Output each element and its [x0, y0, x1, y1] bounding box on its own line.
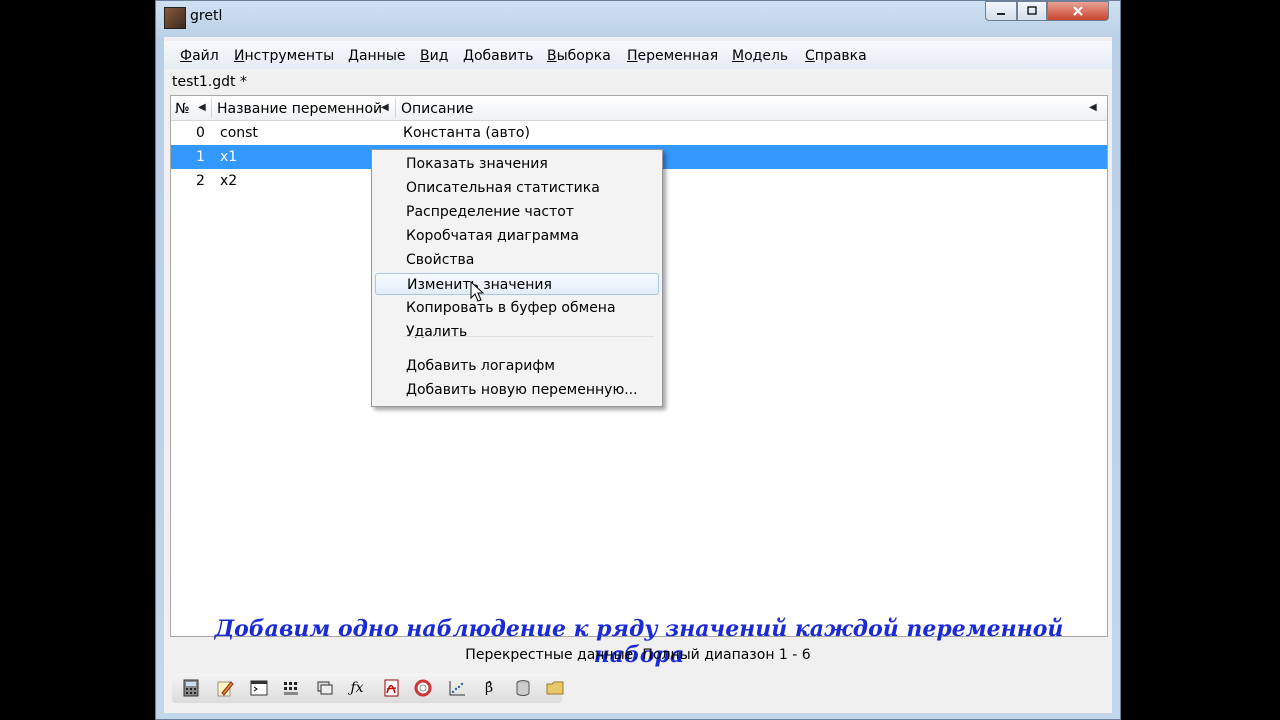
menu-item-copy-clipboard[interactable]: Копировать в буфер обмена — [375, 297, 659, 319]
help-icon[interactable] — [412, 678, 434, 698]
menu-help[interactable]: Справка — [805, 48, 867, 64]
titlebar[interactable]: gretl — [156, 1, 1120, 33]
context-menu: Показать значения Описательная статистик… — [371, 149, 663, 407]
menu-view[interactable]: Вид — [420, 48, 448, 64]
header-description[interactable]: Описание — [401, 101, 473, 117]
menu-item-label: Добавить логарифм — [406, 358, 555, 374]
maximize-icon — [1027, 6, 1037, 15]
menu-item-label: Коробчатая диаграмма — [406, 228, 579, 244]
menu-item-edit-values[interactable]: Изменить значения — [375, 273, 659, 295]
toolbar: ƒx β̂ — [172, 673, 564, 703]
menu-item-show-values[interactable]: Показать значения — [375, 153, 659, 175]
menu-variable[interactable]: Переменная — [627, 48, 718, 64]
dataset-filename: test1.gdt * — [172, 74, 247, 90]
row-name: x2 — [220, 173, 238, 189]
sort-arrow-icon[interactable]: ◀ — [198, 102, 206, 113]
menu-sample[interactable]: Выборка — [547, 48, 611, 64]
menu-item-add-log[interactable]: Добавить логарифм — [375, 355, 659, 377]
maximize-button[interactable] — [1017, 1, 1047, 21]
menu-item-label: Свойства — [406, 252, 475, 268]
menu-item-delete[interactable]: Удалить — [375, 321, 659, 343]
status-bar: Перекрестные данные: Полный диапазон 1 -… — [465, 647, 811, 663]
close-button[interactable] — [1047, 1, 1109, 21]
menu-item-label: Копировать в буфер обмена — [406, 300, 616, 316]
calculator-icon[interactable] — [180, 678, 202, 698]
table-row[interactable]: 0 const Константа (авто) — [171, 121, 1107, 145]
menu-item-label: Показать значения — [406, 156, 548, 172]
row-description: Константа (авто) — [403, 125, 530, 141]
pdf-icon[interactable] — [380, 678, 402, 698]
close-icon — [1073, 6, 1083, 16]
row-id: 0 — [196, 125, 205, 141]
header-separator — [395, 98, 396, 118]
menu-model[interactable]: Модель — [732, 48, 788, 64]
menu-item-label: Распределение частот — [406, 204, 574, 220]
header-separator — [211, 98, 212, 118]
menu-item-boxplot[interactable]: Коробчатая диаграмма — [375, 225, 659, 247]
menu-item-add-new-variable[interactable]: Добавить новую переменную... — [375, 379, 659, 401]
row-name: const — [220, 125, 258, 141]
list-header: № ◀ Название переменной ◀ Описание ◀ — [171, 96, 1107, 121]
function-icon[interactable]: ƒx — [346, 678, 368, 698]
menu-item-summary-stats[interactable]: Описательная статистика — [375, 177, 659, 199]
window-title: gretl — [190, 8, 223, 24]
menu-item-frequency-distribution[interactable]: Распределение частот — [375, 201, 659, 223]
menu-item-properties[interactable]: Свойства — [375, 249, 659, 271]
menu-item-label: Добавить новую переменную... — [406, 382, 638, 398]
gretl-app-icon — [164, 7, 186, 29]
menubar: Файл Инструменты Данные Вид Добавить Выб… — [164, 41, 1112, 69]
menu-separator — [404, 336, 654, 337]
row-id: 1 — [196, 149, 205, 165]
edit-icon[interactable] — [214, 678, 236, 698]
header-number[interactable]: № — [175, 101, 190, 117]
folder-icon[interactable] — [544, 678, 566, 698]
sort-arrow-icon[interactable]: ◀ — [1089, 102, 1097, 113]
menu-item-label: Описательная статистика — [406, 180, 600, 196]
sessions-icon[interactable] — [314, 678, 336, 698]
grid-icon[interactable] — [280, 678, 302, 698]
minimize-icon — [997, 13, 1005, 15]
menu-item-label: Удалить — [406, 324, 468, 340]
header-name[interactable]: Название переменной — [217, 101, 382, 117]
menu-data[interactable]: Данные — [348, 48, 406, 64]
row-name: x1 — [220, 149, 238, 165]
scatter-icon[interactable] — [446, 678, 468, 698]
row-id: 2 — [196, 173, 205, 189]
database-icon[interactable] — [512, 678, 534, 698]
sort-arrow-icon[interactable]: ◀ — [381, 102, 389, 113]
menu-add[interactable]: Добавить — [463, 48, 533, 64]
minimize-button[interactable] — [985, 1, 1017, 21]
beta-icon[interactable]: β̂ — [478, 678, 500, 698]
menu-tools[interactable]: Инструменты — [234, 48, 334, 64]
console-icon[interactable] — [248, 678, 270, 698]
menu-file[interactable]: Файл — [180, 48, 219, 64]
